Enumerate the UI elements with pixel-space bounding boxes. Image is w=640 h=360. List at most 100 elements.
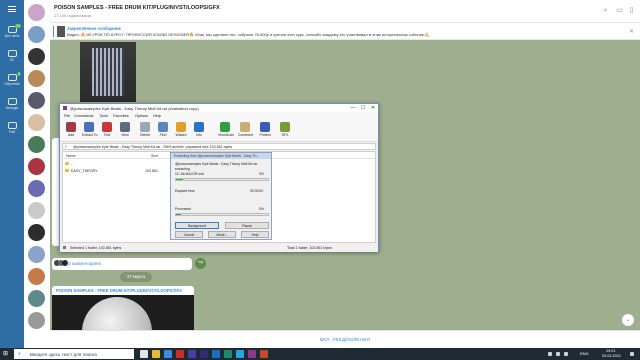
avatar[interactable] xyxy=(28,114,45,131)
notify-bar[interactable]: ВКЛ. УВЕДОМЛЕНИЯ xyxy=(50,330,640,348)
folder-groups[interactable]: Беседы xyxy=(0,94,24,116)
avatar[interactable] xyxy=(28,158,45,175)
archive-path: @poisonsamples Kyle Beats - Easy Theory … xyxy=(73,145,233,149)
folder-icon xyxy=(65,169,69,172)
menu-help[interactable]: Help xyxy=(153,114,161,118)
hamburger-menu-icon[interactable] xyxy=(0,2,24,24)
find-button[interactable]: Find xyxy=(156,122,170,141)
key-icon xyxy=(63,246,66,249)
avatar[interactable] xyxy=(28,48,45,65)
sfx-button[interactable]: SFX xyxy=(278,122,292,141)
avatar[interactable] xyxy=(28,4,45,21)
menu-file[interactable]: File xyxy=(64,114,70,118)
avatar[interactable] xyxy=(28,268,45,285)
toolbar-label: VirusScan xyxy=(218,133,234,137)
notifications-icon[interactable] xyxy=(630,352,634,356)
info-button[interactable]: Info xyxy=(192,122,206,141)
delete-button[interactable]: Delete xyxy=(138,122,152,141)
scroll-down-icon[interactable]: ⌄ xyxy=(622,314,634,326)
chevron-up-icon[interactable] xyxy=(548,352,552,356)
column-name[interactable]: Name xyxy=(66,154,76,158)
enable-notifications-button[interactable]: ВКЛ. УВЕДОМЛЕНИЯ xyxy=(320,337,370,342)
edge-icon[interactable] xyxy=(164,350,172,358)
pause-button[interactable]: Pause xyxy=(225,222,269,229)
close-icon[interactable]: ✕ xyxy=(629,28,634,35)
extract-progress-dialog: Extracting from @poisonsamples Kyle Beat… xyxy=(170,152,272,240)
avatar[interactable] xyxy=(28,180,45,197)
view-icon xyxy=(120,122,130,132)
dialog-title-bar[interactable]: Extracting from @poisonsamples Kyle Beat… xyxy=(171,153,271,159)
chat-header[interactable]: POISON SAMPLES - FREE DRUM KIT/PLUGIN/VS… xyxy=(50,0,640,23)
group-icon xyxy=(7,98,17,105)
avatar[interactable] xyxy=(28,202,45,219)
premiere-icon[interactable] xyxy=(188,350,196,358)
add-button[interactable]: Add xyxy=(64,122,78,141)
background-button[interactable]: Background xyxy=(175,222,219,229)
pinned-message[interactable]: Закреплённое сообщение Видео, 🔥1Й УРОК П… xyxy=(50,23,640,40)
progress-fill xyxy=(176,214,181,215)
path-bar[interactable]: ⇧ @poisonsamples Kyle Beats - Easy Theor… xyxy=(62,143,376,150)
windows-start-icon[interactable]: ⊞ xyxy=(3,351,9,357)
comments-icon[interactable]: ▭ xyxy=(616,7,623,14)
menu-favorites[interactable]: Favorites xyxy=(113,114,129,118)
menu-tools[interactable]: Tools xyxy=(99,114,108,118)
maximize-button[interactable]: ☐ xyxy=(358,104,368,112)
comments-link[interactable]: 25 комментариев xyxy=(52,258,192,270)
folder-all-chats[interactable]: Все чаты 20 xyxy=(0,22,24,44)
avatar[interactable] xyxy=(28,70,45,87)
file-explorer-icon[interactable] xyxy=(152,350,160,358)
protect-button[interactable]: Protect xyxy=(258,122,272,141)
menu-options[interactable]: Options xyxy=(135,114,148,118)
comments-count: 25 комментариев xyxy=(66,261,101,266)
avatar[interactable] xyxy=(28,290,45,307)
app-icon[interactable] xyxy=(260,350,268,358)
avatar[interactable] xyxy=(28,224,45,241)
winrar-icon[interactable] xyxy=(248,350,256,358)
language-indicator[interactable]: ENG xyxy=(580,351,589,356)
telegram-icon[interactable] xyxy=(236,350,244,358)
toolbar-label: Extract To xyxy=(82,133,98,137)
folder-learning[interactable]: Обучение 2 xyxy=(0,70,24,92)
task-view-icon[interactable] xyxy=(140,350,148,358)
elapsed-value: 00:00:00 xyxy=(250,189,264,193)
opera-icon[interactable] xyxy=(176,350,184,358)
test-icon xyxy=(102,122,112,132)
search-icon[interactable]: ⌕ xyxy=(602,7,609,14)
taskbar-search-input[interactable]: ⌕ Введите здесь текст для поиска xyxy=(14,349,134,359)
help-button[interactable]: Help xyxy=(241,231,269,238)
view-button[interactable]: View xyxy=(118,122,132,141)
avatar[interactable] xyxy=(28,92,45,109)
wizard-button[interactable]: Wizard xyxy=(174,122,188,141)
sidebar-toggle-icon[interactable]: ▯ xyxy=(628,7,635,14)
minimize-button[interactable]: — xyxy=(348,104,358,112)
avatar[interactable] xyxy=(28,26,45,43)
extract-to-button[interactable]: Extract To xyxy=(82,122,98,141)
share-icon[interactable]: ↪ xyxy=(195,258,206,269)
window-title: @poisonsamples Kyle Beats - Easy Theory … xyxy=(70,105,199,111)
virusscan-button[interactable]: VirusScan xyxy=(218,122,234,141)
avatar[interactable] xyxy=(28,312,45,329)
title-bar[interactable]: @poisonsamples Kyle Beats - Easy Theory … xyxy=(60,104,378,112)
list-item[interactable]: .. xyxy=(63,161,163,167)
mode-button[interactable]: Mode... xyxy=(208,231,236,238)
avatar[interactable] xyxy=(28,136,45,153)
test-button[interactable]: Test xyxy=(100,122,114,141)
photoshop-icon[interactable] xyxy=(212,350,220,358)
network-icon[interactable] xyxy=(556,352,560,356)
audition-icon[interactable] xyxy=(224,350,232,358)
volume-icon[interactable] xyxy=(564,352,568,356)
avatar[interactable] xyxy=(28,246,45,263)
up-folder-icon[interactable]: ⇧ xyxy=(64,144,67,149)
folder-personal[interactable]: ЛС xyxy=(0,46,24,68)
cancel-button[interactable]: Cancel xyxy=(175,231,203,238)
after-effects-icon[interactable] xyxy=(200,350,208,358)
clock-time[interactable]: 19:21 xyxy=(606,349,616,353)
list-item[interactable]: EASY_THEORY 103 851 xyxy=(63,168,163,174)
clock-date[interactable]: 20.04.2021 xyxy=(602,354,621,358)
comment-button[interactable]: Comment xyxy=(238,122,253,141)
post-image[interactable] xyxy=(80,42,136,102)
folder-work[interactable]: Раб xyxy=(0,118,24,140)
column-size[interactable]: Size xyxy=(151,154,158,158)
close-button[interactable]: ✕ xyxy=(368,104,378,112)
menu-commands[interactable]: Commands xyxy=(74,114,93,118)
